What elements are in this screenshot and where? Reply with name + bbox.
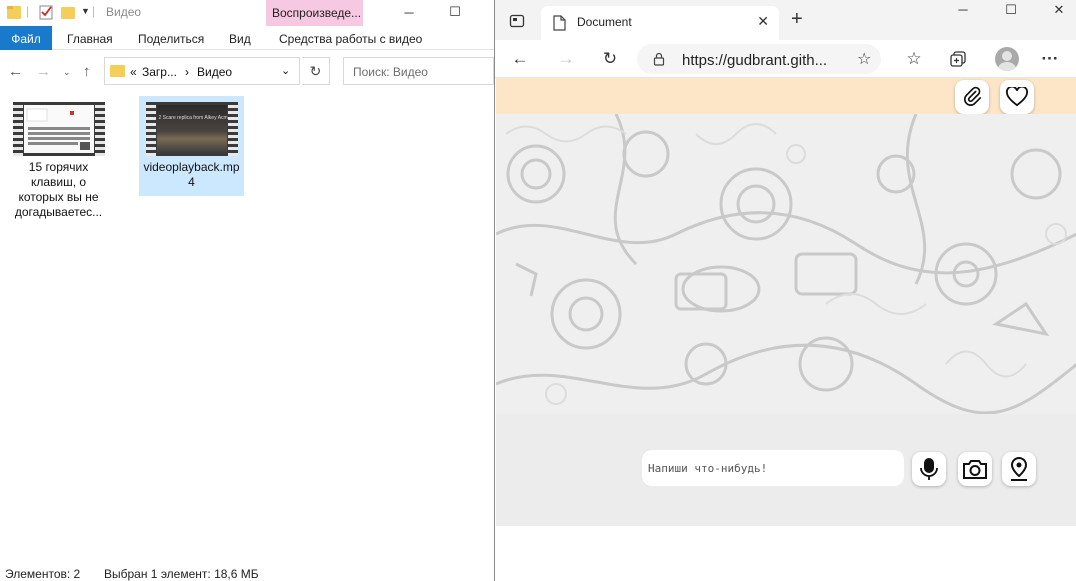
up-icon[interactable]: ↑ [83,63,91,80]
new-folder-icon[interactable] [60,4,76,20]
back-icon[interactable]: ← [8,63,23,80]
refresh-icon[interactable]: ↻ [302,57,330,85]
camera-icon [963,460,987,479]
location-button[interactable] [1002,452,1036,486]
tab-view[interactable]: Вид [229,26,251,50]
heart-icon [1006,87,1028,107]
video-thumbnail [12,102,105,156]
keyboard-thumbnail-icon [23,105,94,153]
file-item-selected[interactable]: 2 Scare replica from Alkey Acm videoplay… [139,96,244,196]
doodle-pattern [496,114,1076,414]
favorite-button[interactable] [1000,80,1034,114]
back-icon[interactable]: ← [507,47,533,71]
item-count: Элементов: 2 [5,567,81,581]
file-explorer-window: | ▼ | Видео Воспроизведе... ─ ☐ Файл Гла… [0,0,494,581]
close-window-icon[interactable]: ✕ [1039,2,1076,22]
tab-file[interactable]: Файл [0,26,52,50]
page-header-bar [496,78,1076,114]
breadcrumb-downloads[interactable]: Загр... [142,65,177,79]
tab-home[interactable]: Главная [67,26,113,50]
doodle-background [496,114,1076,414]
folder-icon [7,6,21,19]
address-bar[interactable]: « Загр... › Видео ⌄ [104,57,300,85]
browser-toolbar: ← → ↻ https://gudbrant.gith... ☆ ☆ ··· [495,40,1076,78]
qa-customize-icon[interactable]: ▼ [81,6,90,16]
url-text: https://gudbrant.gith... [682,52,828,69]
address-bar[interactable]: https://gudbrant.gith... ☆ [637,44,881,74]
forward-icon[interactable]: → [553,47,579,71]
properties-icon[interactable] [38,4,54,20]
video-thumbnail: 2 Scare replica from Alkey Acm [145,102,238,156]
tab-title: Document [577,15,632,29]
ribbon-tabs: Файл Главная Поделиться Вид Средства раб… [0,26,494,50]
contextual-tab-play[interactable]: Воспроизведе... [266,0,363,26]
profile-icon[interactable] [995,47,1019,71]
favorites-icon[interactable]: ☆ [901,47,927,71]
folder-icon [110,65,125,77]
maximize-icon[interactable]: ☐ [432,0,478,24]
breadcrumb-overflow[interactable]: « [130,65,137,79]
window-title: Видео [106,5,142,19]
new-tab-icon[interactable]: + [791,9,803,29]
explorer-title-bar: | ▼ | Видео Воспроизведе... ─ ☐ [0,0,494,26]
message-input[interactable] [642,450,904,486]
recent-locations-icon[interactable]: ⌄ [63,67,71,78]
collections-icon[interactable] [949,50,967,68]
tab-strip: Document ✕ + ─ ☐ ✕ [495,0,1076,40]
search-input[interactable]: Поиск: Видео [343,57,494,85]
file-name: videoplayback.mp4 [143,160,240,189]
tab-share[interactable]: Поделиться [138,26,204,50]
qa-separator: | [92,4,96,18]
qa-separator: | [26,4,30,18]
breadcrumb-separator[interactable]: › [185,65,189,79]
selection-info: Выбран 1 элемент: 18,6 МБ [104,567,259,581]
minimize-icon[interactable]: ─ [943,2,983,22]
page-icon [553,15,566,31]
microphone-icon [920,458,938,480]
status-bar: Элементов: 2 Выбран 1 элемент: 18,6 МБ [0,561,494,581]
tab-document[interactable]: Document ✕ [541,6,779,40]
close-icon[interactable]: ✕ [757,13,769,30]
forward-icon[interactable]: → [36,63,51,80]
edge-browser-window: Document ✕ + ─ ☐ ✕ ← → ↻ https://gudbran… [494,0,1076,581]
tab-video-tools[interactable]: Средства работы с видео [279,26,422,50]
breadcrumb-video[interactable]: Видео [197,65,232,79]
address-dropdown-icon[interactable]: ⌄ [281,64,290,77]
maximize-icon[interactable]: ☐ [991,2,1031,22]
file-item[interactable]: 15 горячих клавиш, о которых вы не догад… [6,96,111,224]
thumbnail-caption: 2 Scare replica from Alkey Acm [158,115,228,121]
location-pin-icon [1010,456,1028,481]
more-icon[interactable]: ··· [1037,47,1063,71]
composer-area [496,414,1076,526]
photo-button[interactable] [958,452,992,486]
attach-button[interactable] [955,80,989,114]
file-name: 15 горячих клавиш, о которых вы не догад… [14,160,103,219]
web-page [496,78,1076,581]
address-row: ← → ⌄ ↑ « Загр... › Видео ⌄ ↻ Поиск: Вид… [0,54,494,88]
tab-actions-icon[interactable] [509,13,525,29]
lock-icon[interactable] [653,52,665,66]
refresh-icon[interactable]: ↻ [597,47,623,71]
paperclip-icon [964,86,982,106]
minimize-icon[interactable]: ─ [386,0,432,24]
page-footer [496,526,1076,581]
add-favorite-icon[interactable]: ☆ [857,49,871,69]
voice-button[interactable] [912,452,946,486]
